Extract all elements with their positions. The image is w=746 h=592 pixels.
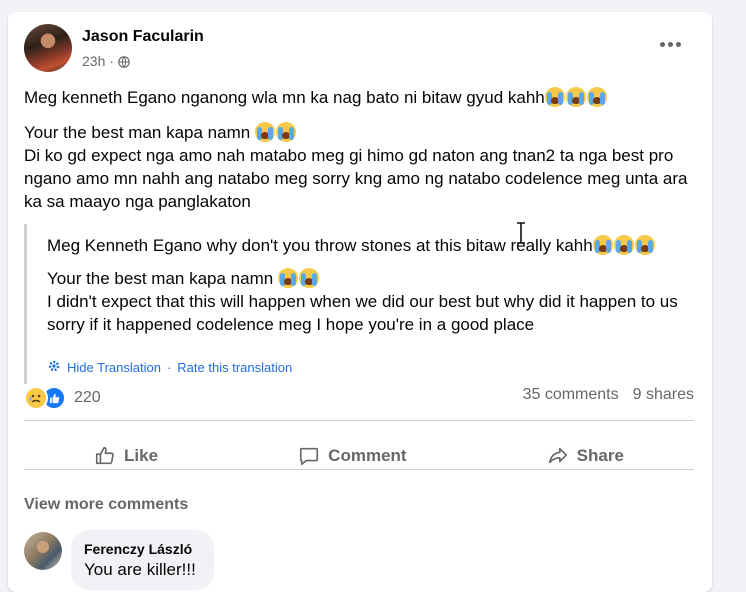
sad-reaction-icon bbox=[24, 386, 48, 410]
gear-icon[interactable] bbox=[47, 359, 61, 376]
divider bbox=[24, 469, 694, 470]
crying-emoji-icon bbox=[254, 122, 275, 142]
divider bbox=[24, 420, 694, 421]
like-label: Like bbox=[124, 446, 159, 465]
crying-emoji-icon bbox=[275, 122, 296, 142]
view-more-comments-link[interactable]: View more comments bbox=[24, 496, 188, 514]
share-button[interactable]: Share bbox=[527, 439, 644, 473]
commenter-name[interactable]: Ferenczy László bbox=[84, 541, 192, 557]
translation-paragraph-2: Your the best man kapa namn bbox=[47, 267, 707, 290]
commenter-avatar[interactable] bbox=[24, 532, 62, 570]
translation-paragraph-3: I didn't expect that this will happen wh… bbox=[47, 292, 678, 334]
comment-bubble: Ferenczy László You are killer!!! bbox=[71, 530, 214, 590]
post-paragraph-1: Meg kenneth Egano nganong wla mn ka nag … bbox=[24, 86, 694, 109]
rate-translation-link[interactable]: Rate this translation bbox=[177, 360, 292, 375]
post-card: Jason Facularin 23h · Meg kenneth Egano … bbox=[8, 12, 712, 592]
more-options-icon[interactable] bbox=[652, 34, 688, 54]
post-paragraph-3: Di ko gd expect nga amo nah matabo meg g… bbox=[24, 146, 688, 211]
engagement-counts: 35 comments 9 shares bbox=[523, 386, 694, 404]
globe-icon[interactable] bbox=[118, 55, 130, 68]
comments-count[interactable]: 35 comments bbox=[523, 386, 619, 404]
reaction-count[interactable]: 220 bbox=[74, 389, 101, 407]
crying-emoji-icon bbox=[586, 87, 607, 107]
comment-button[interactable]: Comment bbox=[278, 439, 426, 473]
crying-emoji-icon bbox=[277, 268, 298, 288]
post-paragraph-2: Your the best man kapa namn bbox=[24, 121, 694, 144]
like-button[interactable]: Like bbox=[74, 439, 178, 473]
meta-separator: · bbox=[109, 53, 115, 69]
share-label: Share bbox=[576, 446, 624, 465]
post-actions: Like Comment Share bbox=[24, 431, 694, 481]
crying-emoji-icon bbox=[565, 87, 586, 107]
translation-separator: · bbox=[166, 360, 172, 375]
shares-count[interactable]: 9 shares bbox=[633, 386, 694, 404]
crying-emoji-icon bbox=[613, 235, 634, 255]
author-avatar[interactable] bbox=[24, 24, 72, 72]
crying-emoji-icon bbox=[592, 235, 613, 255]
hide-translation-link[interactable]: Hide Translation bbox=[67, 360, 161, 375]
translation-actions: Hide Translation · Rate this translation bbox=[47, 359, 292, 376]
post-body: Meg kenneth Egano nganong wla mn ka nag … bbox=[24, 86, 694, 225]
reactions-summary[interactable]: 220 bbox=[24, 384, 101, 412]
crying-emoji-icon bbox=[544, 87, 565, 107]
comment-text: You are killer!!! bbox=[84, 560, 196, 579]
comment-icon bbox=[300, 447, 319, 466]
comment-label: Comment bbox=[328, 446, 407, 465]
text-cursor-icon bbox=[517, 222, 525, 244]
author-name[interactable]: Jason Facularin bbox=[82, 28, 204, 46]
translation-paragraph-1: Meg Kenneth Egano why don't you throw st… bbox=[47, 234, 707, 257]
crying-emoji-icon bbox=[634, 235, 655, 255]
share-icon bbox=[548, 447, 567, 464]
crying-emoji-icon bbox=[298, 268, 319, 288]
translation-block: Meg Kenneth Egano why don't you throw st… bbox=[24, 224, 707, 384]
post-meta: 23h · bbox=[82, 53, 130, 69]
thumbs-up-icon bbox=[95, 446, 114, 465]
post-time[interactable]: 23h bbox=[82, 53, 105, 69]
